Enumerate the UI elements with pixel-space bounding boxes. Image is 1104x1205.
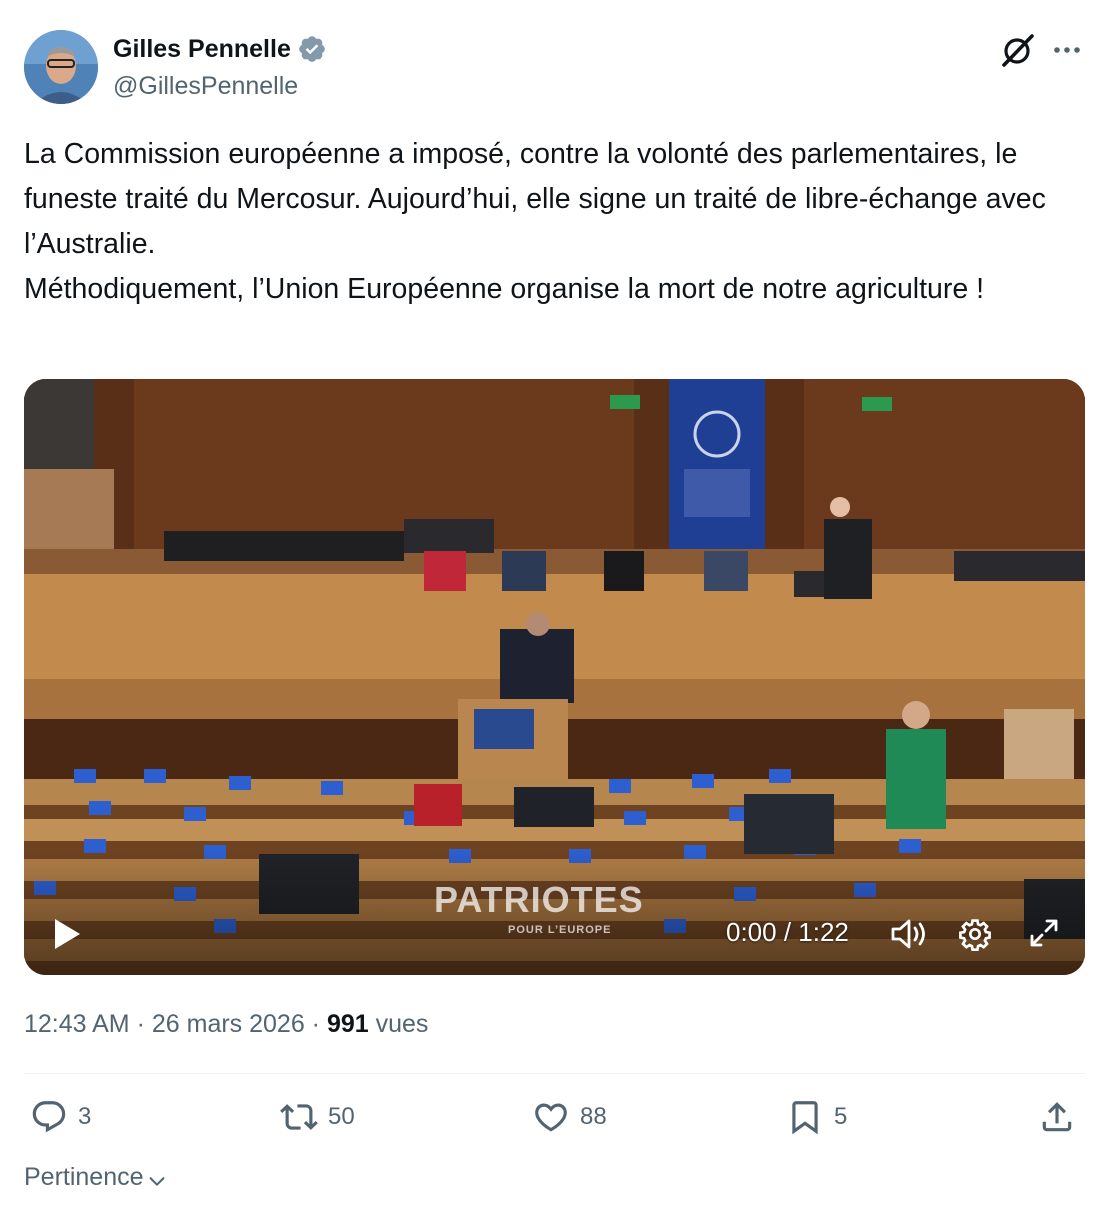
tweet-meta: 12:43 AM · 26 mars 2026 · 991 vues [24,1010,428,1039]
author-display-name[interactable]: Gilles Pennelle [113,35,291,64]
like-count: 88 [580,1103,607,1130]
heart-icon [535,1103,567,1132]
action-bar: 3 50 88 5 [24,1098,1085,1142]
avatar-image [24,30,98,104]
meta-separator: · [129,1010,152,1038]
grok-icon[interactable] [1000,32,1036,68]
share-button[interactable] [1038,1098,1076,1136]
author-handle[interactable]: @GillesPennelle [113,72,298,101]
bookmark-button[interactable]: 5 [786,1098,847,1136]
tweet-header: Gilles Pennelle @GillesPennelle [24,30,1084,110]
play-icon[interactable] [52,917,82,951]
like-button[interactable]: 88 [532,1098,607,1136]
tweet-text: La Commission européenne a imposé, contr… [24,138,1046,305]
bookmark-count: 5 [834,1103,848,1130]
verified-badge-icon [299,36,325,62]
video-watermark-sub: POUR L’EUROPE [508,924,612,936]
meta-separator: · [304,1010,327,1038]
video-time: 0:00 / 1:22 [726,917,849,947]
video-watermark: PATRIOTES [434,879,644,920]
fullscreen-icon[interactable] [1028,917,1060,949]
author-avatar[interactable] [24,30,98,104]
views-count: 991 [326,1010,369,1038]
gear-icon[interactable] [958,917,992,951]
repost-icon [280,1104,318,1130]
reply-icon [32,1101,66,1133]
sort-dropdown[interactable]: Pertinence [24,1163,168,1192]
chevron-down-icon [149,1176,164,1186]
sort-label: Pertinence [24,1163,144,1191]
reply-count: 3 [78,1103,92,1130]
repost-count: 50 [328,1103,355,1130]
bookmark-icon [792,1101,818,1135]
reply-button[interactable]: 3 [30,1098,91,1136]
views-label: vues [368,1010,429,1038]
name-row: Gilles Pennelle [113,34,327,64]
share-icon [1042,1102,1072,1132]
tweet-time[interactable]: 12:43 AM [24,1010,130,1038]
tweet-date[interactable]: 26 mars 2026 [152,1010,305,1038]
volume-icon[interactable] [890,917,928,951]
repost-button[interactable]: 50 [280,1098,355,1136]
video-player[interactable]: PATRIOTES POUR L’EUROPE 0:00 / 1:22 [24,379,1085,975]
more-icon[interactable] [1050,32,1084,68]
divider [24,1073,1085,1074]
